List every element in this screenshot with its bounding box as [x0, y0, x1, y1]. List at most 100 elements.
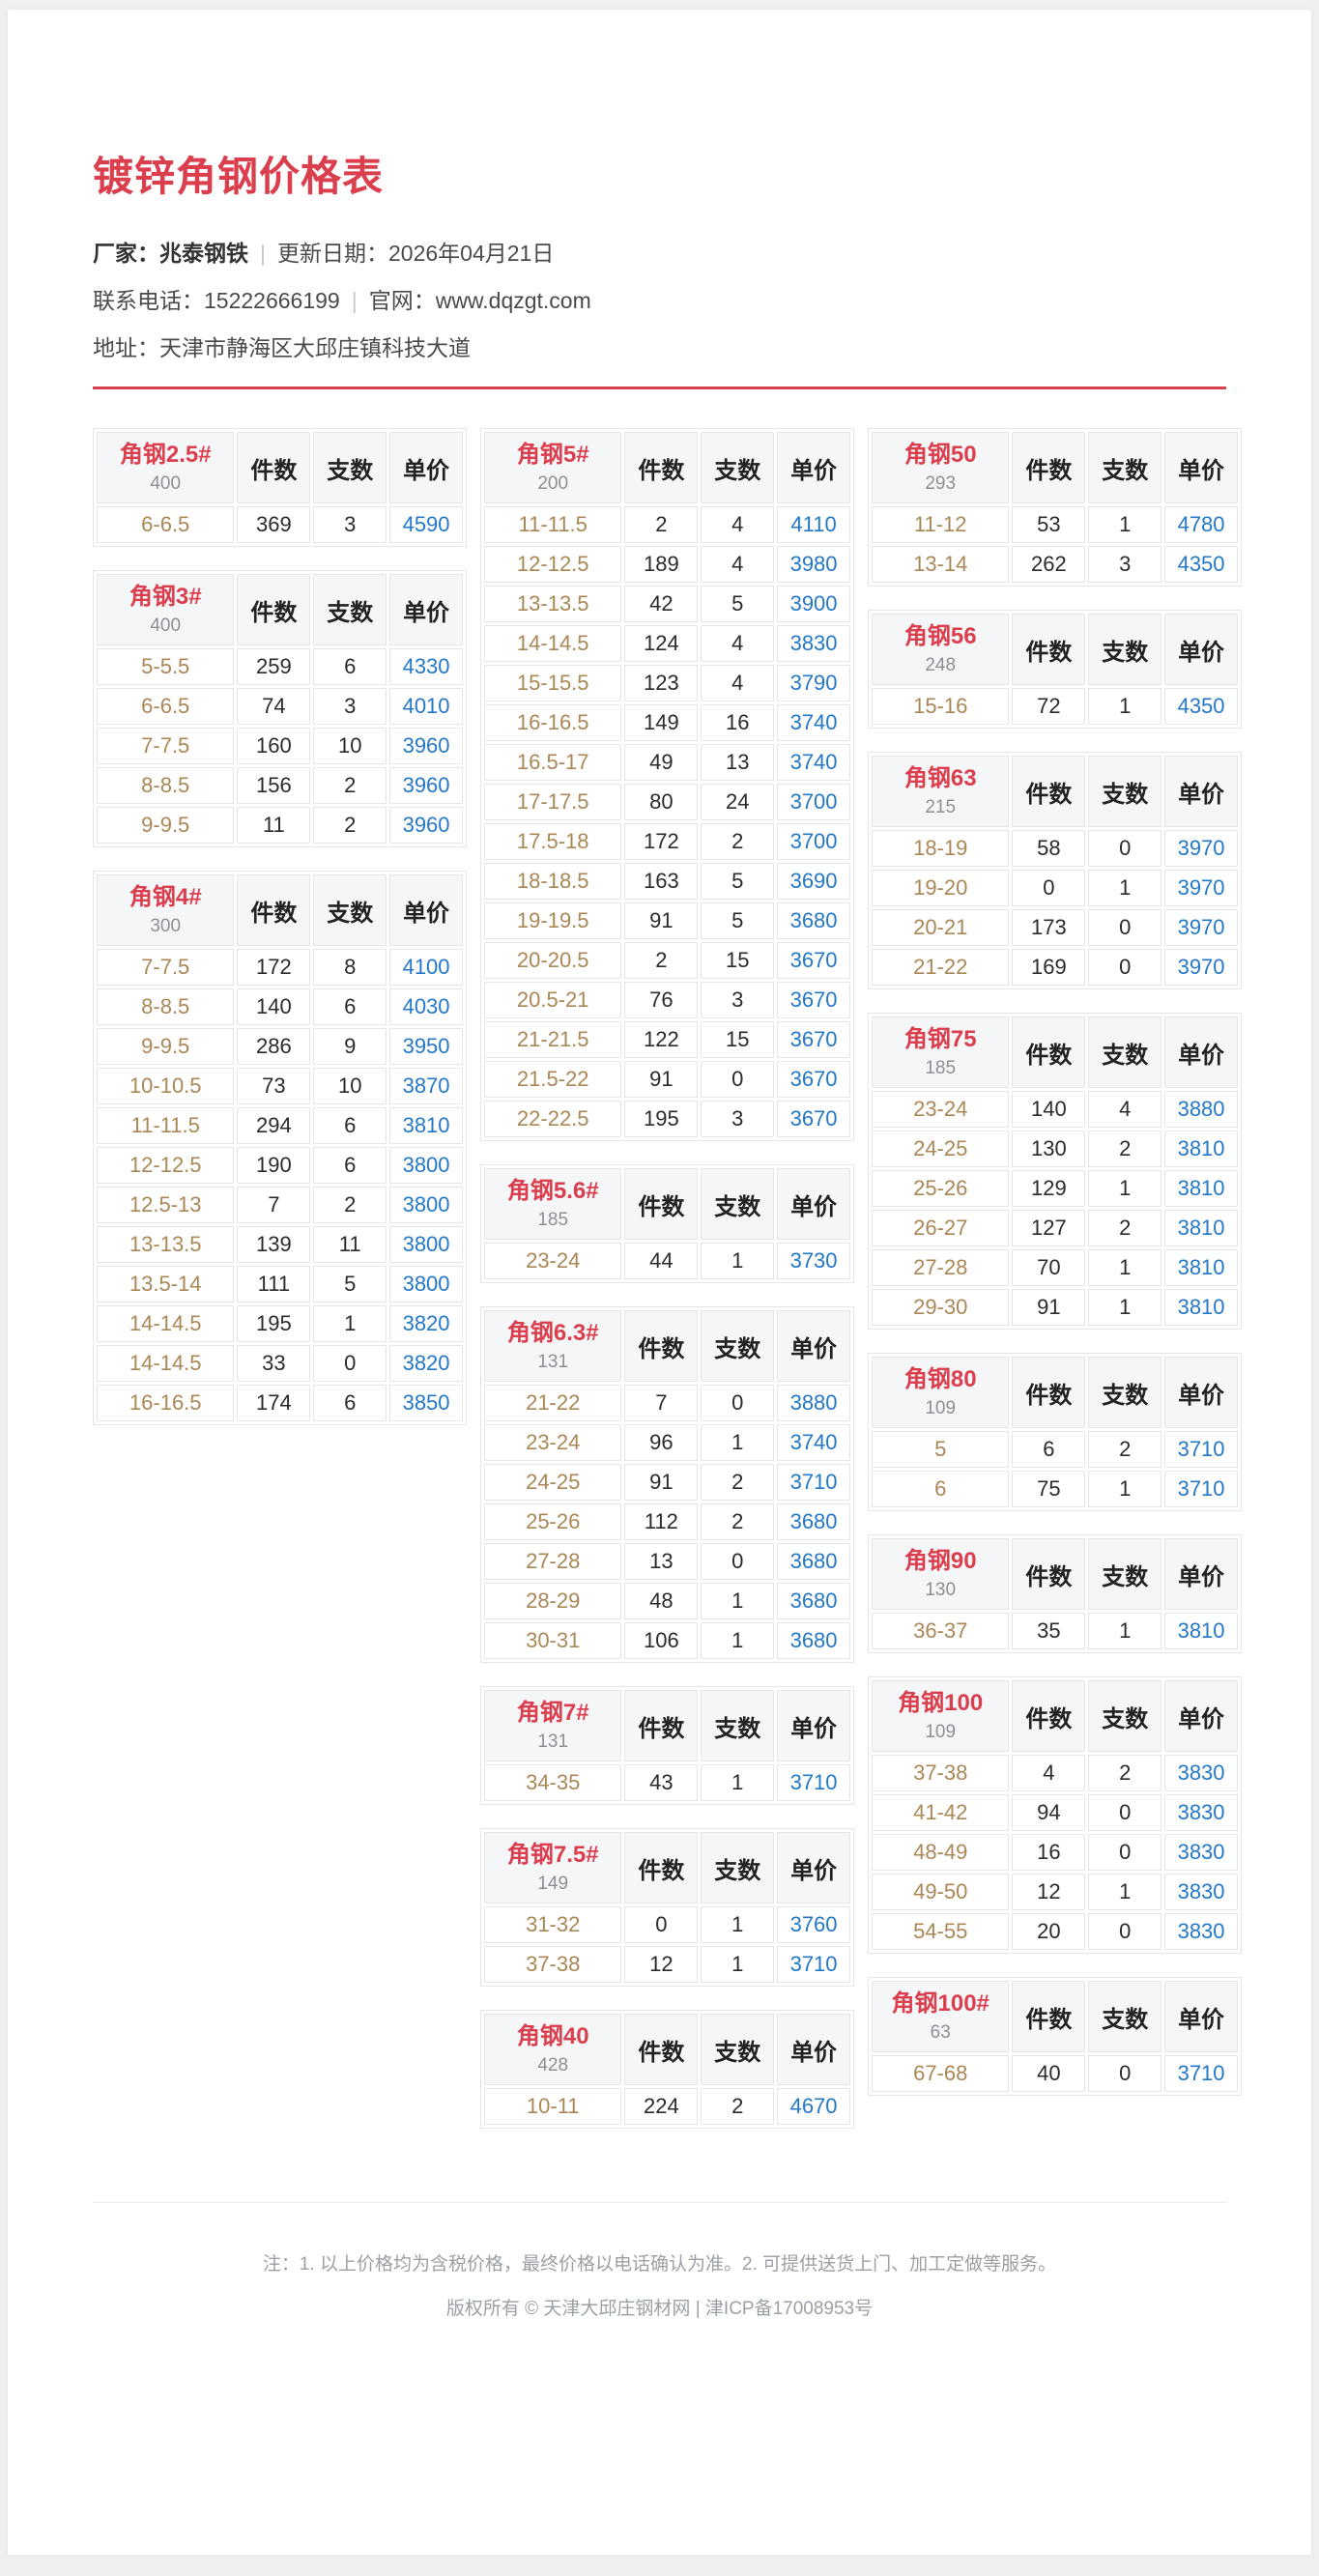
table-column-3: 角钢50 293 件数 支数 单价 11-12 53 1 4780 13-14 262 3 4350 角钢… — [868, 428, 1242, 2096]
column-header: 件数 — [1012, 1680, 1086, 1752]
row-unit-price: 3710 — [777, 1464, 850, 1501]
row-size-range: 8-8.5 — [97, 988, 235, 1025]
column-header: 单价 — [1164, 432, 1238, 503]
table-row: 17.5-18 172 2 3700 — [484, 823, 850, 860]
row-size-range: 15-15.5 — [484, 665, 622, 701]
row-unit-price: 3980 — [777, 546, 850, 583]
row-pieces: 58 — [1012, 830, 1086, 867]
column-header: 单价 — [777, 1310, 850, 1382]
row-bars: 1 — [1088, 506, 1162, 543]
row-bars: 2 — [1088, 1131, 1162, 1167]
row-size-range: 34-35 — [484, 1764, 622, 1801]
row-pieces: 195 — [624, 1101, 699, 1137]
table-title-cell: 角钢6.3# 131 — [484, 1310, 622, 1382]
row-pieces: 172 — [237, 949, 311, 986]
row-pieces: 294 — [237, 1107, 311, 1144]
table-row: 18-19 58 0 3970 — [872, 830, 1238, 867]
row-unit-price: 3970 — [1164, 870, 1238, 906]
column-header: 单价 — [389, 874, 463, 946]
row-unit-price: 4780 — [1164, 506, 1238, 543]
row-unit-price: 3710 — [1164, 2055, 1238, 2092]
table-title: 角钢6.3# — [506, 1319, 599, 1346]
row-unit-price: 3830 — [1164, 1834, 1238, 1871]
row-bars: 2 — [1088, 1210, 1162, 1246]
table-stock-total: 428 — [537, 2054, 569, 2075]
row-size-range: 12-12.5 — [97, 1147, 235, 1184]
table-row: 10-11 224 2 4670 — [484, 2088, 850, 2125]
row-size-range: 24-25 — [484, 1464, 622, 1501]
table-title: 角钢56 — [903, 622, 977, 649]
row-bars: 4 — [701, 625, 775, 662]
table-title-cell: 角钢80 109 — [872, 1357, 1010, 1428]
row-size-range: 27-28 — [872, 1249, 1010, 1286]
price-table: 角钢2.5# 400 件数 支数 单价 6-6.5 369 3 4590 — [94, 429, 466, 546]
row-bars: 15 — [701, 1021, 775, 1058]
column-header: 支数 — [701, 1832, 775, 1903]
table-stock-total: 130 — [925, 1579, 957, 1600]
table-row: 11-12 53 1 4780 — [872, 506, 1238, 543]
row-unit-price: 3680 — [777, 1543, 850, 1580]
column-header: 单价 — [777, 1832, 850, 1903]
row-pieces: 195 — [237, 1305, 311, 1342]
table-header-row: 角钢56 248 件数 支数 单价 — [872, 614, 1238, 685]
row-pieces: 259 — [237, 648, 311, 685]
table-row: 11-11.5 2 4 4110 — [484, 506, 850, 543]
table-row: 48-49 16 0 3830 — [872, 1834, 1238, 1871]
row-size-range: 5-5.5 — [97, 648, 235, 685]
row-pieces: 130 — [1012, 1131, 1086, 1167]
table-header-row: 角钢75 185 件数 支数 单价 — [872, 1016, 1238, 1088]
meta-contact-line: 联系电话：15222666199 | 官网：www.dqzgt.com — [93, 287, 1226, 314]
row-unit-price: 3820 — [389, 1345, 463, 1382]
row-pieces: 53 — [1012, 506, 1086, 543]
table-stock-total: 131 — [537, 1351, 569, 1372]
row-unit-price: 3670 — [777, 1021, 850, 1058]
table-row: 17-17.5 80 24 3700 — [484, 784, 850, 820]
table-row: 22-22.5 195 3 3670 — [484, 1101, 850, 1137]
table-header-row: 角钢7.5# 149 件数 支数 单价 — [484, 1832, 850, 1903]
row-unit-price: 3810 — [1164, 1131, 1238, 1167]
table-stock-total: 63 — [930, 2021, 951, 2043]
row-bars: 10 — [313, 728, 387, 764]
column-header: 件数 — [1012, 1538, 1086, 1610]
column-header: 支数 — [1088, 1981, 1162, 2052]
row-bars: 0 — [701, 1543, 775, 1580]
meta-factory-line: 厂家：兆泰钢铁 | 更新日期：2026年04月21日 — [93, 240, 1226, 267]
row-size-range: 17.5-18 — [484, 823, 622, 860]
page-card: 镀锌角钢价格表 厂家：兆泰钢铁 | 更新日期：2026年04月21日 联系电话：15… — [8, 10, 1311, 2555]
row-size-range: 67-68 — [872, 2055, 1010, 2092]
table-column-2: 角钢5# 200 件数 支数 单价 11-11.5 2 4 4110 12-12.5 189 4 398… — [480, 428, 854, 2129]
table-title: 角钢7# — [516, 1699, 589, 1726]
table-row: 49-50 12 1 3830 — [872, 1874, 1238, 1910]
table-row: 16.5-17 49 13 3740 — [484, 744, 850, 781]
row-unit-price: 3800 — [389, 1187, 463, 1223]
price-table: 角钢63 215 件数 支数 单价 18-19 58 0 3970 19-20 0 1 3970 20-2… — [869, 753, 1241, 988]
table-row: 9-9.5 11 2 3960 — [97, 807, 463, 844]
table-row: 6-6.5 74 3 4010 — [97, 688, 463, 725]
row-unit-price: 4010 — [389, 688, 463, 725]
table-stock-total: 248 — [925, 654, 957, 675]
row-pieces: 140 — [237, 988, 311, 1025]
row-unit-price: 3710 — [777, 1764, 850, 1801]
footer-divider — [93, 2202, 1226, 2203]
row-unit-price: 3800 — [389, 1147, 463, 1184]
table-header-row: 角钢50 293 件数 支数 单价 — [872, 432, 1238, 503]
row-size-range: 6-6.5 — [97, 688, 235, 725]
row-bars: 1 — [701, 1906, 775, 1943]
table-header-row: 角钢90 130 件数 支数 单价 — [872, 1538, 1238, 1610]
table-title-cell: 角钢4# 300 — [97, 874, 235, 946]
column-header: 件数 — [624, 1168, 699, 1240]
row-bars: 2 — [701, 2088, 775, 2125]
row-size-range: 13-13.5 — [97, 1226, 235, 1263]
row-bars: 3 — [1088, 546, 1162, 583]
row-size-range: 20-21 — [872, 909, 1010, 946]
row-pieces: 369 — [237, 506, 311, 543]
row-bars: 1 — [313, 1305, 387, 1342]
row-pieces: 7 — [624, 1385, 699, 1421]
table-title-cell: 角钢7.5# 149 — [484, 1832, 622, 1903]
table-header-row: 角钢40 428 件数 支数 单价 — [484, 2014, 850, 2085]
row-pieces: 129 — [1012, 1170, 1086, 1207]
table-title: 角钢5.6# — [506, 1177, 599, 1204]
table-stock-total: 185 — [537, 1209, 569, 1230]
row-bars: 3 — [313, 506, 387, 543]
row-bars: 15 — [701, 942, 775, 979]
